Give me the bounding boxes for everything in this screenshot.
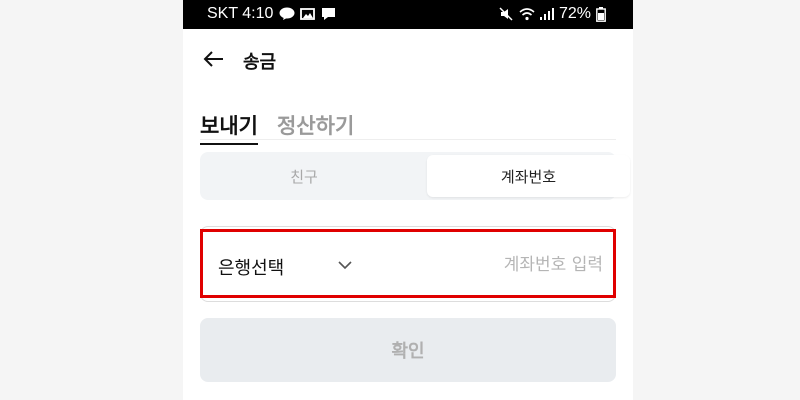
chat-icon <box>321 7 336 21</box>
chevron-down-icon[interactable] <box>337 257 353 273</box>
app-bar: 송금 <box>183 40 633 80</box>
battery-percent: 72% <box>558 5 591 22</box>
talk-icon <box>279 7 295 21</box>
status-bar-left: SKT 4:10 <box>207 5 336 23</box>
account-form: 은행선택 <box>200 226 616 302</box>
tab-bar: 보내기 정산하기 <box>200 110 616 145</box>
phone-screen: SKT 4:10 72% 송금 보내기 정산하기 친구 계좌번호 은행선택 계좌… <box>183 0 633 400</box>
tab-settle[interactable]: 정산하기 <box>277 110 354 140</box>
bank-select[interactable]: 은행선택 <box>218 254 284 280</box>
segment-account-number[interactable]: 계좌번호 <box>427 155 630 197</box>
carrier-time: SKT 4:10 <box>207 5 274 22</box>
status-bar: SKT 4:10 72% <box>183 0 633 29</box>
image-icon <box>300 7 316 21</box>
segment-friend[interactable]: 친구 <box>200 155 408 197</box>
confirm-button[interactable]: 확인 <box>200 318 616 382</box>
recipient-type-toggle: 친구 계좌번호 <box>200 152 630 200</box>
status-bar-right: 72% <box>499 5 611 23</box>
page-title: 송금 <box>243 52 277 73</box>
signal-icon <box>539 7 554 21</box>
wifi-icon <box>519 7 535 21</box>
account-number-input[interactable] <box>433 247 603 283</box>
mute-icon <box>499 7 514 21</box>
tab-send[interactable]: 보내기 <box>200 110 258 145</box>
battery-icon <box>596 7 611 22</box>
arrow-left-icon[interactable] <box>201 46 227 72</box>
